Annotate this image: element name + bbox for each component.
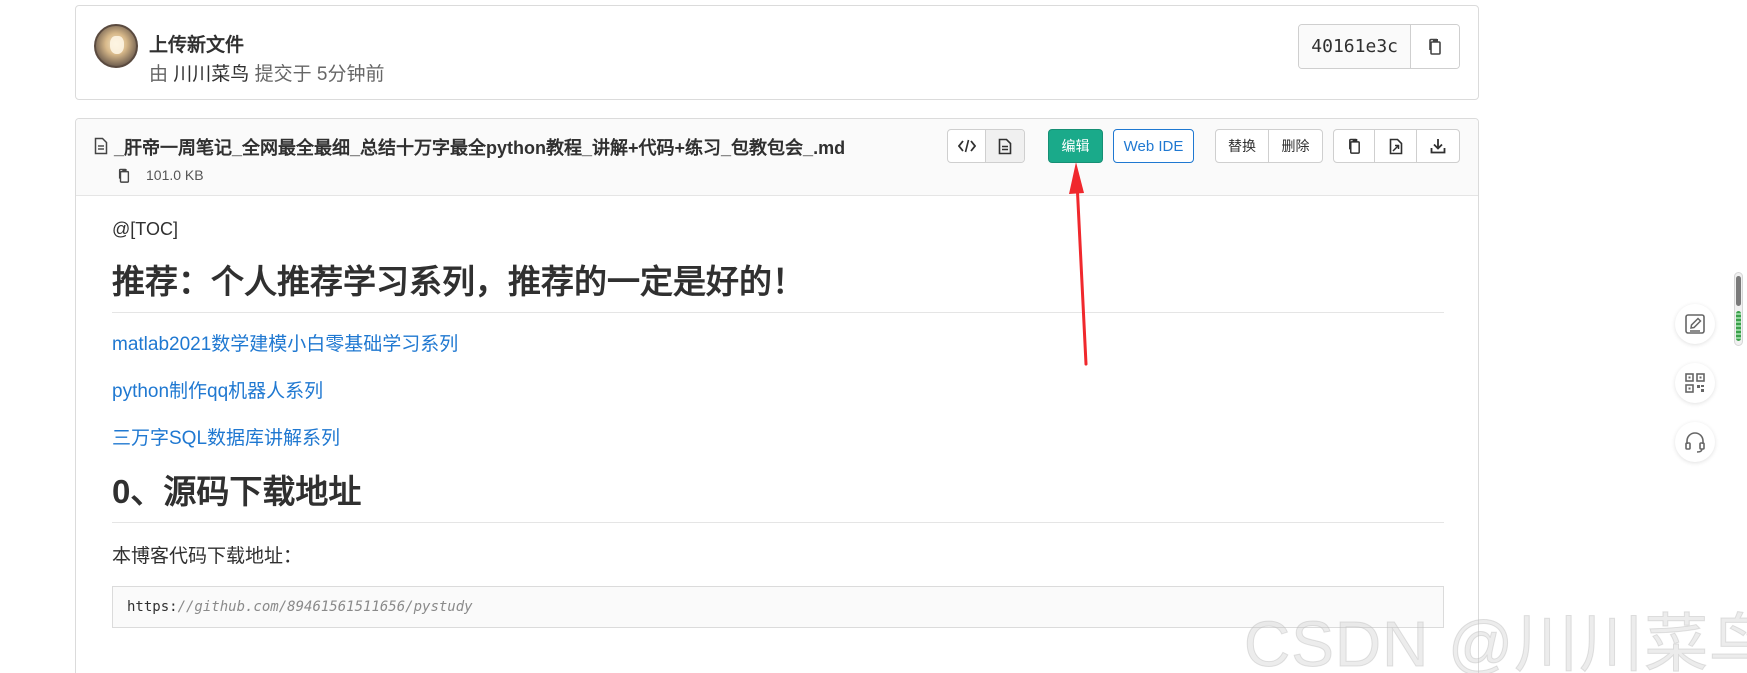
code-url: //github.com/89461561511656/pystudy: [177, 599, 473, 615]
web-ide-button[interactable]: Web IDE: [1113, 129, 1194, 163]
file-size: 101.0 KB: [146, 167, 204, 183]
code-icon: [957, 139, 976, 153]
commit-author[interactable]: 川川菜鸟: [173, 64, 249, 85]
qr-code-button[interactable]: [1675, 363, 1715, 403]
customer-service-button[interactable]: [1675, 422, 1715, 462]
scrollbar[interactable]: [1734, 272, 1743, 346]
commit-meta-prefix: 由: [149, 64, 169, 85]
commit-card: 上传新文件 由 川川菜鸟 提交于 5分钟前 40161e3c: [75, 5, 1479, 100]
commit-meta-suffix: 提交于 5分钟前: [254, 64, 385, 85]
raw-view-button[interactable]: [948, 130, 987, 162]
document-icon: [998, 138, 1012, 154]
delete-button[interactable]: 删除: [1269, 130, 1322, 162]
view-toggle: [947, 129, 1025, 163]
file-tools-group: [1333, 129, 1460, 163]
file-actions-group: 替换 删除: [1215, 129, 1323, 163]
raw-file-icon: [1389, 138, 1402, 154]
commit-meta: 由 川川菜鸟 提交于 5分钟前: [149, 59, 384, 86]
file-header: _肝帝一周笔记_全网最全最细_总结十万字最全python教程_讲解+代码+练习_…: [76, 119, 1478, 196]
copy-sha-button[interactable]: [1411, 25, 1459, 68]
download-button[interactable]: [1417, 130, 1459, 162]
file-name: _肝帝一周笔记_全网最全最细_总结十万字最全python教程_讲解+代码+练习_…: [114, 138, 846, 158]
markdown-content: @[TOC] 推荐：个人推荐学习系列，推荐的一定是好的！ matlab2021数…: [112, 219, 1444, 628]
heading-recommend: 推荐：个人推荐学习系列，推荐的一定是好的！: [112, 262, 1444, 313]
avatar[interactable]: [94, 24, 138, 68]
edit-button[interactable]: 编辑: [1048, 129, 1103, 163]
copy-icon: [1348, 138, 1360, 154]
scrollbar-upper-thumb[interactable]: [1736, 276, 1741, 306]
commit-title[interactable]: 上传新文件: [149, 30, 244, 57]
link-matlab-series[interactable]: matlab2021数学建模小白零基础学习系列: [112, 331, 1444, 358]
heading-source-download: 0、源码下载地址: [112, 472, 1444, 523]
edit-note-icon: [1685, 314, 1705, 334]
commit-sha-group: 40161e3c: [1298, 24, 1460, 69]
commit-sha[interactable]: 40161e3c: [1299, 25, 1411, 68]
rendered-view-button[interactable]: [986, 130, 1024, 162]
open-raw-button[interactable]: [1375, 130, 1417, 162]
headset-icon: [1685, 432, 1705, 453]
file-card: _肝帝一周笔记_全网最全最细_总结十万字最全python教程_讲解+代码+练习_…: [75, 118, 1479, 673]
note-tool-button[interactable]: [1675, 304, 1715, 344]
copy-icon: [1429, 38, 1441, 55]
copy-contents-button[interactable]: [1334, 130, 1376, 162]
toc-marker: @[TOC]: [112, 219, 178, 239]
code-protocol: https:: [127, 599, 178, 615]
replace-button[interactable]: 替换: [1216, 130, 1270, 162]
paragraph-download-address: 本博客代码下载地址：: [112, 546, 303, 567]
link-sql-series[interactable]: 三万字SQL数据库讲解系列: [112, 425, 1444, 452]
qr-code-icon: [1685, 373, 1705, 393]
scrollbar-thumb[interactable]: [1736, 311, 1741, 341]
copy-file-path-icon[interactable]: [117, 167, 131, 185]
csdn-watermark: CSDN @川川菜鸟: [1243, 608, 1747, 673]
link-python-qq-series[interactable]: python制作qq机器人系列: [112, 378, 1444, 405]
download-icon: [1430, 139, 1446, 154]
